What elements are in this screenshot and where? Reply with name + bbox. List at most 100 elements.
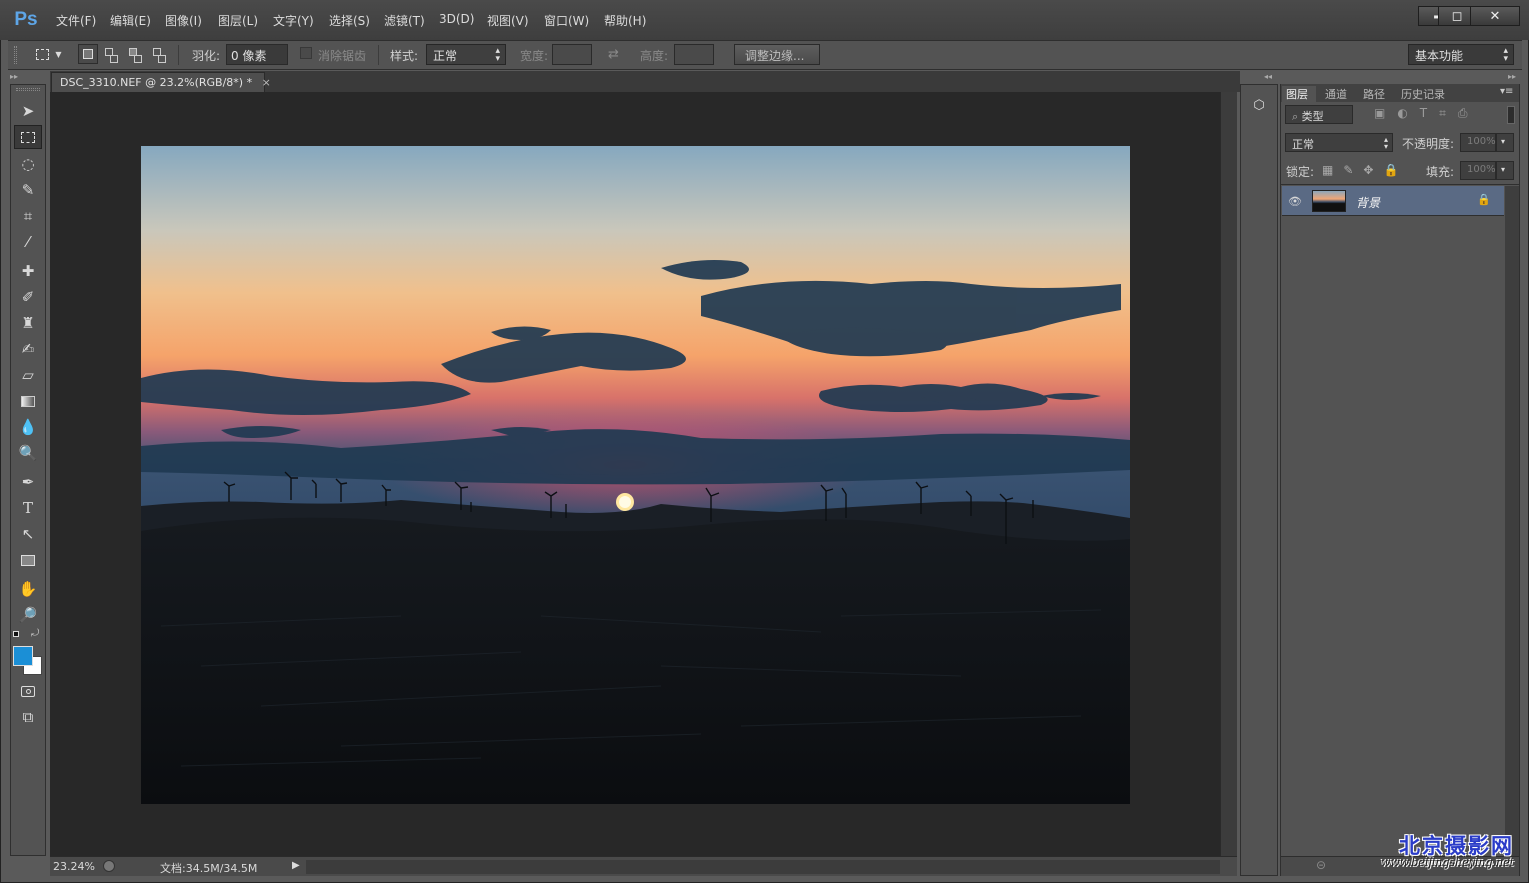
- move-icon[interactable]: ➤: [14, 99, 42, 123]
- hand-icon[interactable]: ✋: [14, 577, 42, 601]
- menu-3d[interactable]: 3D(D): [439, 12, 474, 30]
- 3d-panel-icon[interactable]: ⬡: [1246, 92, 1272, 118]
- add-selection-mode[interactable]: [101, 44, 121, 64]
- document-tab[interactable]: DSC_3310.NEF @ 23.2%(RGB/8*) * ×: [51, 72, 271, 92]
- new-selection-mode[interactable]: [78, 44, 98, 64]
- type-icon[interactable]: T: [14, 496, 42, 520]
- swap-icon[interactable]: ⇄: [608, 47, 619, 62]
- menu-edit[interactable]: 编辑(E): [110, 12, 151, 30]
- feather-label: 羽化:: [192, 49, 221, 63]
- height-input[interactable]: [674, 44, 714, 65]
- tab-channels[interactable]: 通道: [1325, 86, 1347, 102]
- search-icon: ⌕: [1292, 110, 1302, 123]
- panel-collapse-icon[interactable]: ▸▸: [1508, 72, 1520, 82]
- close-icon: ✕: [1489, 8, 1501, 24]
- gradient-icon[interactable]: [14, 389, 42, 413]
- layer-thumbnail: [1312, 190, 1346, 212]
- close-button[interactable]: ✕: [1470, 6, 1520, 26]
- select-arrows-icon: ▴ ▾: [1383, 135, 1388, 151]
- menu-filter[interactable]: 滤镜(T): [384, 12, 425, 30]
- document-tab-title: DSC_3310.NEF @ 23.2%(RGB/8*) *: [60, 76, 253, 89]
- options-grip[interactable]: [14, 46, 17, 64]
- default-colors-icon[interactable]: [13, 631, 23, 639]
- subtract-selection-mode[interactable]: [125, 44, 145, 64]
- screen-mode-icon[interactable]: ⧉: [14, 705, 42, 729]
- toolbar-grip[interactable]: [16, 88, 40, 91]
- share-status-icon[interactable]: [103, 860, 115, 872]
- divider: [178, 45, 179, 65]
- panel-menu-icon[interactable]: ▾≡: [1500, 86, 1513, 97]
- antialias-checkbox[interactable]: [300, 47, 312, 59]
- width-label: 宽度:: [520, 49, 549, 63]
- status-menu-arrow-icon[interactable]: ▶: [292, 860, 304, 874]
- divider: [1281, 184, 1519, 185]
- dodge-icon[interactable]: 🔍: [14, 441, 42, 465]
- layer-filter-icons[interactable]: ▣◐T⌗⎙: [1374, 106, 1480, 121]
- feather-input[interactable]: 0 像素: [226, 44, 288, 65]
- menu-select[interactable]: 选择(S): [329, 12, 370, 30]
- quick-mask-icon[interactable]: [14, 679, 42, 703]
- menu-file[interactable]: 文件(F): [56, 12, 96, 30]
- foreground-color-swatch[interactable]: [13, 646, 33, 666]
- brush-icon[interactable]: ✐: [14, 285, 42, 309]
- layers-scrollbar[interactable]: [1505, 186, 1519, 856]
- lock-label: 锁定:: [1286, 165, 1315, 179]
- style-select[interactable]: 正常 ▴ ▾: [426, 44, 506, 65]
- menu-image[interactable]: 图像(I): [165, 12, 202, 30]
- pen-icon[interactable]: ✒: [14, 470, 42, 494]
- dock-collapse-icon[interactable]: ◂◂: [1264, 72, 1276, 82]
- watermark: 北京摄影网 www.beijingsheying.net: [1340, 828, 1520, 874]
- zoom-level[interactable]: 23.24%: [53, 860, 95, 873]
- stamp-icon[interactable]: ♜: [14, 311, 42, 335]
- antialias-label: 消除锯齿: [318, 49, 367, 63]
- menu-window[interactable]: 窗口(W): [544, 12, 589, 30]
- workspace-select[interactable]: 基本功能 ▴ ▾: [1408, 44, 1514, 65]
- vertical-scrollbar[interactable]: [1220, 92, 1237, 856]
- healing-icon[interactable]: ✚: [14, 259, 42, 283]
- eraser-icon[interactable]: ▱: [14, 363, 42, 387]
- panel-dock-strip: [1240, 84, 1278, 876]
- lasso-icon[interactable]: ◌: [14, 152, 42, 176]
- select-arrows-icon: ▴ ▾: [1503, 46, 1508, 64]
- menu-help[interactable]: 帮助(H): [604, 12, 646, 30]
- filter-toggle[interactable]: [1507, 106, 1515, 124]
- width-input[interactable]: [552, 44, 592, 65]
- shape-icon[interactable]: [14, 548, 42, 572]
- path-select-icon[interactable]: ↖: [14, 522, 42, 546]
- crop-icon[interactable]: ⌗: [14, 204, 42, 228]
- sunset-photo: [141, 146, 1130, 804]
- blur-icon[interactable]: 💧: [14, 415, 42, 439]
- history-brush-icon[interactable]: ✍: [14, 337, 42, 361]
- toolbar-collapse-icon[interactable]: ▸▸: [10, 72, 46, 82]
- close-tab-icon[interactable]: ×: [262, 76, 271, 89]
- menu-layer[interactable]: 图层(L): [218, 12, 258, 30]
- quick-select-icon[interactable]: ✎: [14, 178, 42, 202]
- style-select-value: 正常: [433, 49, 458, 63]
- fill-label: 填充:: [1426, 165, 1455, 179]
- layer-name[interactable]: 背景: [1356, 194, 1380, 211]
- tool-preset-picker[interactable]: ▼: [30, 44, 68, 64]
- opacity-dropdown-icon[interactable]: ▾: [1496, 133, 1514, 152]
- tab-paths[interactable]: 路径: [1363, 86, 1385, 102]
- eye-icon[interactable]: 👁: [1288, 195, 1302, 208]
- eyedropper-icon[interactable]: ⁄: [14, 230, 42, 254]
- blend-mode-select[interactable]: 正常 ▴ ▾: [1285, 133, 1393, 152]
- tab-layers[interactable]: 图层: [1282, 86, 1316, 102]
- menu-view[interactable]: 视图(V): [487, 12, 529, 30]
- horizontal-scrollbar[interactable]: [306, 860, 1220, 874]
- fill-dropdown-icon[interactable]: ▾: [1496, 161, 1514, 180]
- intersect-selection-mode[interactable]: [149, 44, 169, 64]
- lock-options-icons[interactable]: ▦✎✥🔒: [1322, 163, 1408, 177]
- fill-input[interactable]: 100%: [1460, 161, 1496, 180]
- opacity-input[interactable]: 100%: [1460, 133, 1496, 152]
- marquee-icon[interactable]: [14, 125, 42, 149]
- menu-type[interactable]: 文字(Y): [273, 12, 314, 30]
- filter-kind-select[interactable]: ⌕ 类型: [1285, 105, 1353, 124]
- link-layers-icon[interactable]: ⊝: [1316, 858, 1326, 872]
- tab-history[interactable]: 历史记录: [1401, 86, 1445, 102]
- refine-edge-button[interactable]: 调整边缘...: [734, 44, 820, 65]
- swap-colors-icon[interactable]: ⤾: [31, 628, 39, 639]
- style-label: 样式:: [390, 49, 419, 63]
- zoom-icon[interactable]: 🔎: [14, 603, 42, 627]
- document-image[interactable]: [141, 146, 1130, 804]
